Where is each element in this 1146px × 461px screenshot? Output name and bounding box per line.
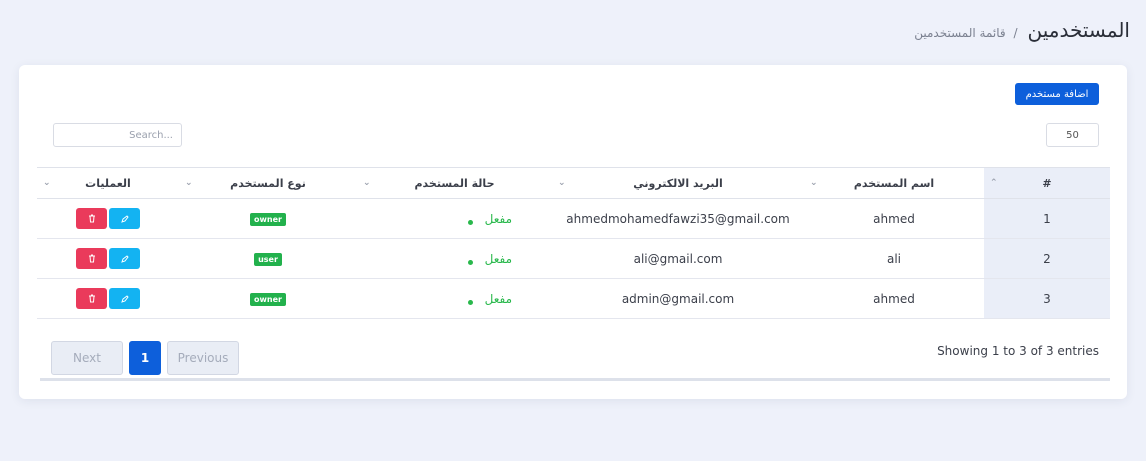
cell-type: user bbox=[179, 238, 357, 279]
sort-icon: ⌄ bbox=[43, 178, 51, 188]
pencil-icon bbox=[120, 294, 129, 303]
column-header-status[interactable]: حالة المستخدم ⌄ bbox=[357, 167, 552, 199]
edit-button[interactable] bbox=[109, 288, 140, 309]
trash-icon bbox=[88, 214, 95, 223]
cell-name: ahmed bbox=[804, 198, 984, 239]
page-title: المستخدمين bbox=[1027, 18, 1130, 42]
next-page-button[interactable]: Next bbox=[51, 341, 123, 375]
column-header-name[interactable]: اسم المستخدم ⌄ bbox=[804, 167, 984, 199]
previous-page-button[interactable]: Previous bbox=[167, 341, 239, 375]
row-actions bbox=[76, 248, 140, 269]
cell-number: 2 bbox=[984, 238, 1110, 279]
cell-email: ali@gmail.com bbox=[552, 238, 804, 279]
cell-number: 1 bbox=[984, 198, 1110, 239]
page-size-select[interactable]: 50 bbox=[1046, 123, 1099, 147]
column-header-number[interactable]: # ⌃ bbox=[984, 167, 1110, 199]
cell-name: ahmed bbox=[804, 278, 984, 319]
type-badge: owner bbox=[250, 293, 286, 306]
cell-operations bbox=[37, 238, 179, 279]
breadcrumb: / قائمة المستخدمين bbox=[914, 26, 1017, 40]
column-header-operations[interactable]: العمليات ⌄ bbox=[37, 167, 179, 199]
edit-button[interactable] bbox=[109, 248, 140, 269]
status-label: مفعل bbox=[484, 251, 512, 266]
cell-status: مفعل bbox=[357, 278, 552, 319]
trash-icon bbox=[88, 254, 95, 263]
add-user-button[interactable]: اضافة مستخدم bbox=[1015, 83, 1099, 105]
cell-type: owner bbox=[179, 278, 357, 319]
status-label: مفعل bbox=[484, 211, 512, 226]
row-actions bbox=[76, 208, 140, 229]
delete-button[interactable] bbox=[76, 208, 107, 229]
table-header-row: # ⌃ اسم المستخدم ⌄ البريد الالكتروني ⌄ حالة… bbox=[37, 167, 1110, 199]
page-header: المستخدمين / قائمة المستخدمين bbox=[914, 18, 1130, 42]
users-card: اضافة مستخدم 50 #⌃ اسم المستخدم⌄ البريد … bbox=[19, 65, 1127, 399]
trash-icon bbox=[88, 294, 95, 303]
cell-email: ahmedmohamedfawzi35@gmail.com bbox=[552, 198, 804, 239]
sort-icon: ⌄ bbox=[363, 178, 371, 188]
cell-operations bbox=[37, 198, 179, 239]
entries-info: Showing 1 to 3 of 3 entries bbox=[937, 344, 1099, 358]
status-dot-icon bbox=[467, 260, 473, 265]
sort-up-icon: ⌃ bbox=[990, 178, 998, 188]
search-input[interactable] bbox=[53, 123, 182, 147]
cell-operations bbox=[37, 278, 179, 319]
row-actions bbox=[76, 288, 140, 309]
table-row: 1 ahmed ahmedmohamedfawzi35@gmail.com مف… bbox=[37, 198, 1110, 239]
delete-button[interactable] bbox=[76, 248, 107, 269]
sort-icon: ⌄ bbox=[558, 178, 566, 188]
status-dot-icon bbox=[467, 300, 473, 305]
edit-button[interactable] bbox=[109, 208, 140, 229]
cell-status: مفعل bbox=[357, 198, 552, 239]
cell-status: مفعل bbox=[357, 238, 552, 279]
type-badge: owner bbox=[250, 213, 286, 226]
cell-name: ali bbox=[804, 238, 984, 279]
breadcrumb-current[interactable]: قائمة المستخدمين bbox=[914, 26, 1005, 40]
pencil-icon bbox=[120, 214, 129, 223]
pagination: Next 1 Previous bbox=[51, 341, 239, 375]
sort-icon: ⌄ bbox=[810, 178, 818, 188]
status-indicator: مفعل bbox=[467, 251, 512, 266]
status-indicator: مفعل bbox=[467, 211, 512, 226]
cell-type: owner bbox=[179, 198, 357, 239]
column-header-type[interactable]: نوع المستخدم ⌄ bbox=[179, 167, 357, 199]
horizontal-scrollbar[interactable] bbox=[40, 378, 1110, 381]
breadcrumb-separator: / bbox=[1013, 26, 1018, 40]
pencil-icon bbox=[120, 254, 129, 263]
page-1-button[interactable]: 1 bbox=[129, 341, 161, 375]
status-dot-icon bbox=[467, 220, 473, 225]
column-header-email[interactable]: البريد الالكتروني ⌄ bbox=[552, 167, 804, 199]
status-indicator: مفعل bbox=[467, 291, 512, 306]
type-badge: user bbox=[254, 253, 282, 266]
users-table: # ⌃ اسم المستخدم ⌄ البريد الالكتروني ⌄ حالة… bbox=[37, 167, 1110, 319]
table-row: 3 ahmed admin@gmail.com مفعل owner bbox=[37, 278, 1110, 319]
cell-number: 3 bbox=[984, 278, 1110, 319]
status-label: مفعل bbox=[484, 291, 512, 306]
cell-email: admin@gmail.com bbox=[552, 278, 804, 319]
sort-icon: ⌄ bbox=[185, 178, 193, 188]
delete-button[interactable] bbox=[76, 288, 107, 309]
table-row: 2 ali ali@gmail.com مفعل user bbox=[37, 238, 1110, 279]
